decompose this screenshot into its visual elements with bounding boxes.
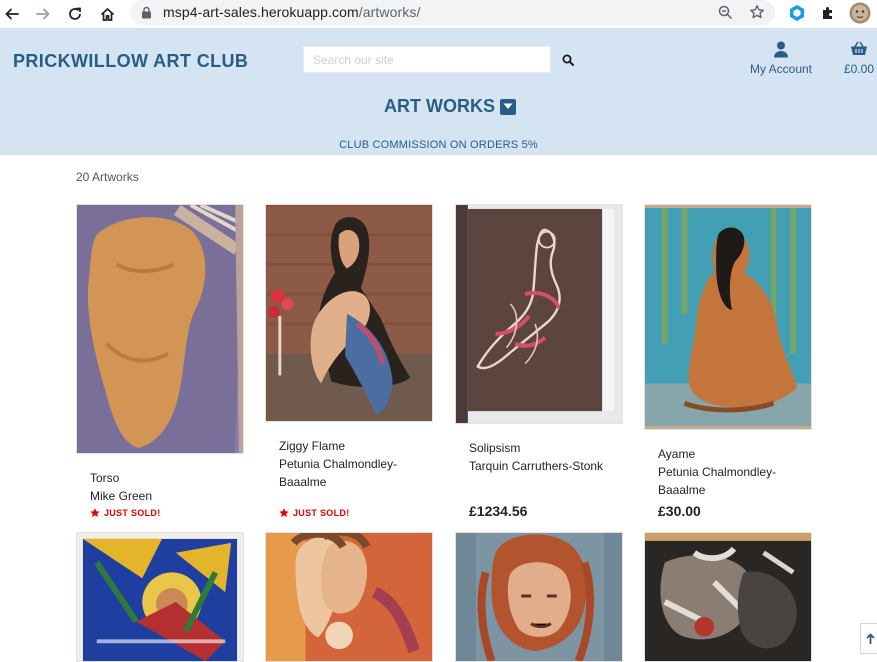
artwork-image[interactable] <box>644 532 812 662</box>
search-input[interactable] <box>304 47 550 72</box>
artwork-image[interactable] <box>265 204 433 422</box>
search-button[interactable] <box>556 46 580 73</box>
artwork-image[interactable] <box>265 532 433 662</box>
sold-label: JUST SOLD! <box>104 508 161 518</box>
artwork-title[interactable]: Ayame <box>658 445 808 463</box>
artwork-image[interactable] <box>455 204 623 424</box>
zoom-icon[interactable] <box>718 5 733 25</box>
commission-banner: CLUB COMMISSION ON ORDERS 5% <box>339 139 538 151</box>
artwork-title[interactable]: Torso <box>90 469 240 487</box>
sold-label: JUST SOLD! <box>293 508 350 518</box>
artwork-artist: Petunia Chalmondley-Baaalme <box>658 465 777 497</box>
basket-total: £0.00 <box>843 62 875 76</box>
url-text: msp4-art-sales.herokuapp.com/artworks/ <box>163 4 421 20</box>
basket-link[interactable]: £0.00 <box>838 41 877 76</box>
my-account-label: My Account <box>749 62 813 76</box>
scroll-to-top-button[interactable] <box>860 623 877 654</box>
basket-icon <box>838 41 877 59</box>
artwork-info: Solipsism Tarquin Carruthers-Stonk <box>469 439 619 475</box>
artwork-info: Torso Mike Green <box>90 469 240 505</box>
search-icon <box>562 54 574 66</box>
artwork-title[interactable]: Ziggy Flame <box>279 437 429 455</box>
artwork-count: 20 Artworks <box>76 170 139 184</box>
artwork-image[interactable] <box>455 532 623 662</box>
browser-toolbar: msp4-art-sales.herokuapp.com/artworks/ <box>0 0 877 29</box>
star-icon <box>279 508 289 517</box>
artwork-image[interactable] <box>76 532 244 662</box>
artwork-title[interactable]: Solipsism <box>469 439 619 457</box>
back-icon[interactable] <box>1 3 23 25</box>
artwork-info: Ziggy Flame Petunia Chalmondley-Baaalme <box>279 437 429 491</box>
home-icon[interactable] <box>96 3 118 25</box>
address-bar[interactable]: msp4-art-sales.herokuapp.com/artworks/ <box>130 0 775 25</box>
menu-title-label: ART WORKS <box>384 96 495 116</box>
profile-avatar[interactable] <box>849 2 871 24</box>
bookmark-star-icon[interactable] <box>749 4 765 25</box>
artwork-artist: Petunia Chalmondley-Baaalme <box>279 457 398 489</box>
extension-hex-icon[interactable] <box>786 2 808 24</box>
lock-icon <box>141 6 152 24</box>
star-icon <box>90 508 100 517</box>
search-field[interactable] <box>303 46 551 73</box>
sold-badge: JUST SOLD! <box>90 508 161 518</box>
artwork-price: £30.00 <box>658 503 701 519</box>
artwork-image[interactable] <box>76 204 244 454</box>
art-works-menu[interactable]: ART WORKS <box>384 96 516 117</box>
artwork-price: £1234.56 <box>469 503 528 519</box>
my-account-link[interactable]: My Account <box>742 41 820 76</box>
site-header: PRICKWILLOW ART CLUB My Account £0.00 AR… <box>0 29 877 155</box>
caret-down-icon <box>500 98 516 115</box>
artwork-artist: Mike Green <box>90 489 153 503</box>
arrow-up-icon <box>865 632 875 644</box>
sold-badge: JUST SOLD! <box>279 508 350 518</box>
artwork-artist: Tarquin Carruthers-Stonk <box>469 459 604 473</box>
artwork-image[interactable] <box>644 204 812 430</box>
site-brand[interactable]: PRICKWILLOW ART CLUB <box>13 51 248 72</box>
user-icon <box>742 41 820 59</box>
forward-icon[interactable] <box>32 3 54 25</box>
reload-icon[interactable] <box>64 3 86 25</box>
extensions-puzzle-icon[interactable] <box>817 2 839 24</box>
artwork-info: Ayame Petunia Chalmondley-Baaalme <box>658 445 808 499</box>
